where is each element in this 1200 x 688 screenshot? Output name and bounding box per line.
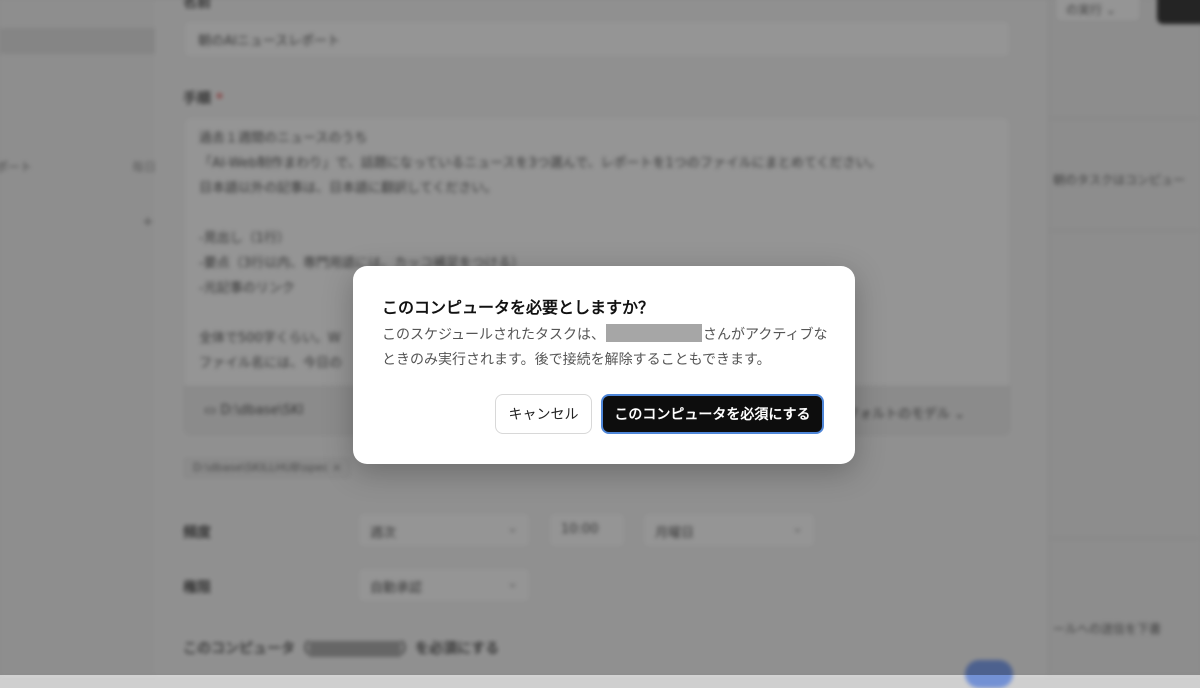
dialog-body: このスケジュールされたタスクは、 さんがアクティブなときのみ実行されます。後で接続…	[382, 323, 832, 373]
require-computer-button[interactable]: このコンピュータを必須にする	[601, 394, 824, 434]
cancel-button[interactable]: キャンセル	[495, 394, 592, 434]
require-computer-dialog: このコンピュータを必要としますか？ このスケジュールされたタスクは、 さんがアクテ…	[353, 266, 855, 464]
redacted-username	[606, 324, 703, 342]
dialog-title: このコンピュータを必要としますか？	[382, 298, 655, 317]
